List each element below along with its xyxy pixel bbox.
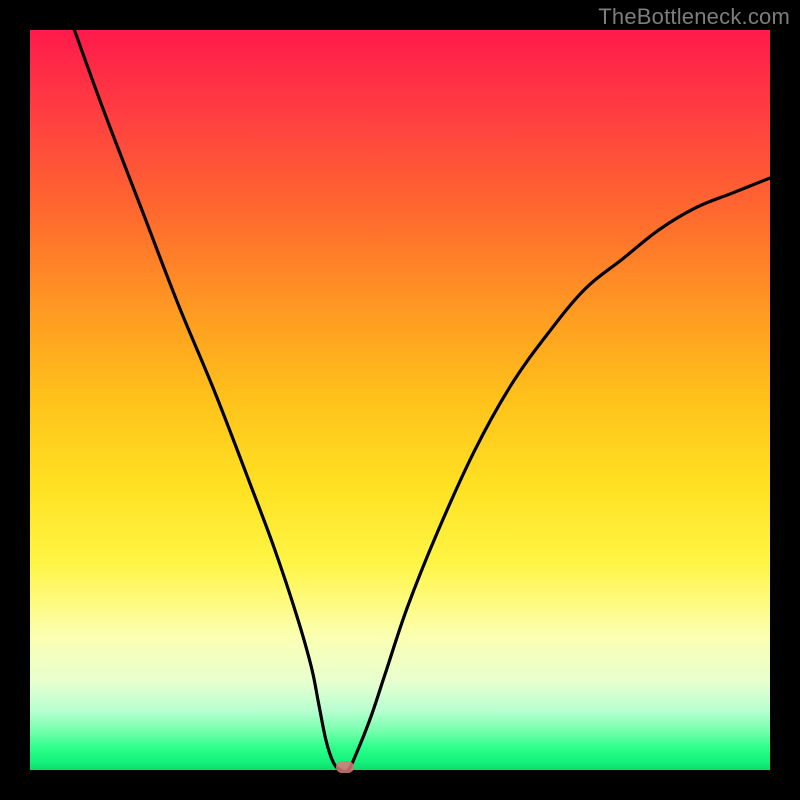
watermark-text: TheBottleneck.com [598, 4, 790, 30]
chart-frame: TheBottleneck.com [0, 0, 800, 800]
optimum-marker [336, 761, 354, 773]
plot-area [30, 30, 770, 770]
bottleneck-curve [74, 30, 770, 770]
curve-layer [30, 30, 770, 770]
